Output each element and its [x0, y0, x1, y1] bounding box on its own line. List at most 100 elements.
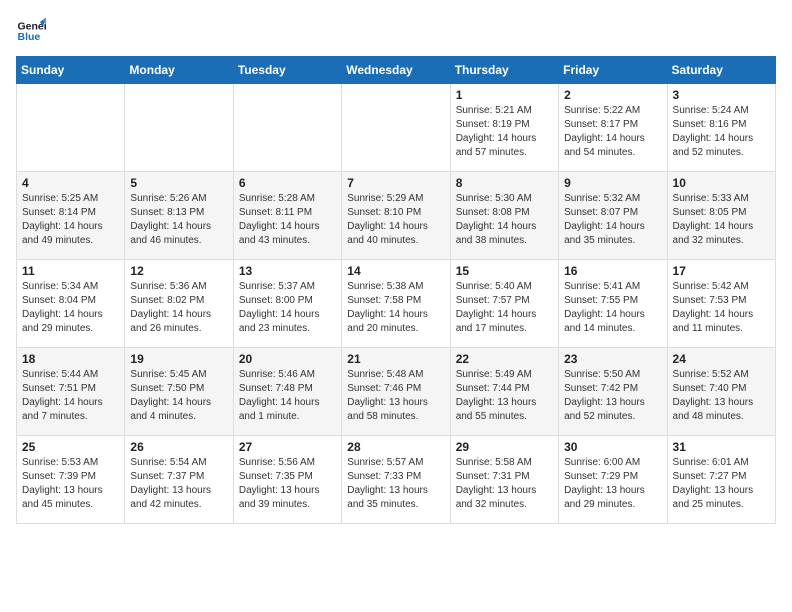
day-number: 28: [347, 440, 444, 454]
day-info: Sunrise: 5:48 AM Sunset: 7:46 PM Dayligh…: [347, 368, 444, 424]
day-info: Sunrise: 5:38 AM Sunset: 7:58 PM Dayligh…: [347, 280, 444, 336]
calendar-cell: 30Sunrise: 6:00 AM Sunset: 7:29 PM Dayli…: [559, 436, 667, 524]
calendar-cell: 27 Sunrise: 5:56 AM Sunset: 7:35 PM Dayli…: [233, 436, 341, 524]
day-info: Sunrise: 5:57 AM Sunset: 7:33 PM Dayligh…: [347, 456, 444, 512]
calendar-cell: 8 Sunrise: 5:30 AM Sunset: 8:08 PM Daylig…: [450, 172, 558, 260]
day-number: 25: [22, 440, 119, 454]
calendar-cell: 31 Sunrise: 6:01 AM Sunset: 7:27 PM Dayli…: [667, 436, 775, 524]
calendar-week-2: 4 Sunrise: 5:25 AM Sunset: 8:14 PM Daylig…: [17, 172, 776, 260]
day-number: 29: [456, 440, 553, 454]
day-number: 20: [239, 352, 336, 366]
day-number: 5: [130, 176, 227, 190]
calendar-cell: 6 Sunrise: 5:28 AM Sunset: 8:11 PM Daylig…: [233, 172, 341, 260]
calendar-cell: 15Sunrise: 5:40 AM Sunset: 7:57 PM Dayli…: [450, 260, 558, 348]
weekday-header-wednesday: Wednesday: [342, 57, 450, 84]
weekday-header-sunday: Sunday: [17, 57, 125, 84]
day-number: 4: [22, 176, 119, 190]
calendar-week-4: 18Sunrise: 5:44 AM Sunset: 7:51 PM Dayli…: [17, 348, 776, 436]
day-number: 18: [22, 352, 119, 366]
calendar-cell: 19 Sunrise: 5:45 AM Sunset: 7:50 PM Dayli…: [125, 348, 233, 436]
calendar-cell: 16Sunrise: 5:41 AM Sunset: 7:55 PM Dayli…: [559, 260, 667, 348]
day-info: Sunrise: 5:54 AM Sunset: 7:37 PM Dayligh…: [130, 456, 227, 512]
day-info: Sunrise: 5:56 AM Sunset: 7:35 PM Dayligh…: [239, 456, 336, 512]
day-number: 21: [347, 352, 444, 366]
day-number: 6: [239, 176, 336, 190]
calendar-cell: [233, 84, 341, 172]
day-number: 19: [130, 352, 227, 366]
day-info: Sunrise: 5:46 AM Sunset: 7:48 PM Dayligh…: [239, 368, 336, 424]
calendar-cell: 10Sunrise: 5:33 AM Sunset: 8:05 PM Dayli…: [667, 172, 775, 260]
day-info: Sunrise: 5:45 AM Sunset: 7:50 PM Dayligh…: [130, 368, 227, 424]
calendar-cell: 7Sunrise: 5:29 AM Sunset: 8:10 PM Daylig…: [342, 172, 450, 260]
day-number: 13: [239, 264, 336, 278]
day-number: 31: [673, 440, 770, 454]
svg-text:Blue: Blue: [18, 31, 41, 43]
calendar-cell: 13 Sunrise: 5:37 AM Sunset: 8:00 PM Dayli…: [233, 260, 341, 348]
day-info: Sunrise: 5:50 AM Sunset: 7:42 PM Dayligh…: [564, 368, 661, 424]
calendar-cell: 28 Sunrise: 5:57 AM Sunset: 7:33 PM Dayli…: [342, 436, 450, 524]
day-number: 2: [564, 88, 661, 102]
day-number: 9: [564, 176, 661, 190]
calendar-cell: 17 Sunrise: 5:42 AM Sunset: 7:53 PM Dayli…: [667, 260, 775, 348]
day-number: 12: [130, 264, 227, 278]
calendar-cell: 20 Sunrise: 5:46 AM Sunset: 7:48 PM Dayli…: [233, 348, 341, 436]
calendar-cell: [342, 84, 450, 172]
day-number: 22: [456, 352, 553, 366]
calendar-cell: [125, 84, 233, 172]
calendar-cell: 23 Sunrise: 5:50 AM Sunset: 7:42 PM Dayli…: [559, 348, 667, 436]
calendar-week-1: 1 Sunrise: 5:21 AM Sunset: 8:19 PM Daylig…: [17, 84, 776, 172]
logo: General Blue: [16, 16, 50, 46]
calendar-body: 1 Sunrise: 5:21 AM Sunset: 8:19 PM Daylig…: [17, 84, 776, 524]
day-number: 17: [673, 264, 770, 278]
calendar-cell: 29Sunrise: 5:58 AM Sunset: 7:31 PM Dayli…: [450, 436, 558, 524]
day-info: Sunrise: 5:34 AM Sunset: 8:04 PM Dayligh…: [22, 280, 119, 336]
calendar-cell: 22 Sunrise: 5:49 AM Sunset: 7:44 PM Dayli…: [450, 348, 558, 436]
calendar-cell: 1 Sunrise: 5:21 AM Sunset: 8:19 PM Daylig…: [450, 84, 558, 172]
day-info: Sunrise: 5:42 AM Sunset: 7:53 PM Dayligh…: [673, 280, 770, 336]
day-info: Sunrise: 5:36 AM Sunset: 8:02 PM Dayligh…: [130, 280, 227, 336]
day-info: Sunrise: 5:25 AM Sunset: 8:14 PM Dayligh…: [22, 192, 119, 248]
day-info: Sunrise: 5:24 AM Sunset: 8:16 PM Dayligh…: [673, 104, 770, 160]
day-info: Sunrise: 6:00 AM Sunset: 7:29 PM Dayligh…: [564, 456, 661, 512]
calendar-header: SundayMondayTuesdayWednesdayThursdayFrid…: [17, 57, 776, 84]
day-info: Sunrise: 5:21 AM Sunset: 8:19 PM Dayligh…: [456, 104, 553, 160]
day-info: Sunrise: 5:40 AM Sunset: 7:57 PM Dayligh…: [456, 280, 553, 336]
day-number: 11: [22, 264, 119, 278]
calendar-cell: 25 Sunrise: 5:53 AM Sunset: 7:39 PM Dayli…: [17, 436, 125, 524]
calendar-cell: 12 Sunrise: 5:36 AM Sunset: 8:02 PM Dayli…: [125, 260, 233, 348]
day-info: Sunrise: 6:01 AM Sunset: 7:27 PM Dayligh…: [673, 456, 770, 512]
day-info: Sunrise: 5:30 AM Sunset: 8:08 PM Dayligh…: [456, 192, 553, 248]
day-number: 27: [239, 440, 336, 454]
weekday-header-monday: Monday: [125, 57, 233, 84]
calendar-cell: 3Sunrise: 5:24 AM Sunset: 8:16 PM Daylig…: [667, 84, 775, 172]
day-number: 24: [673, 352, 770, 366]
weekday-header-tuesday: Tuesday: [233, 57, 341, 84]
calendar-cell: [17, 84, 125, 172]
day-number: 1: [456, 88, 553, 102]
calendar-week-3: 11 Sunrise: 5:34 AM Sunset: 8:04 PM Dayli…: [17, 260, 776, 348]
calendar-week-5: 25 Sunrise: 5:53 AM Sunset: 7:39 PM Dayli…: [17, 436, 776, 524]
day-info: Sunrise: 5:28 AM Sunset: 8:11 PM Dayligh…: [239, 192, 336, 248]
calendar-cell: 9 Sunrise: 5:32 AM Sunset: 8:07 PM Daylig…: [559, 172, 667, 260]
calendar-cell: 24 Sunrise: 5:52 AM Sunset: 7:40 PM Dayli…: [667, 348, 775, 436]
day-info: Sunrise: 5:22 AM Sunset: 8:17 PM Dayligh…: [564, 104, 661, 160]
day-info: Sunrise: 5:37 AM Sunset: 8:00 PM Dayligh…: [239, 280, 336, 336]
day-info: Sunrise: 5:33 AM Sunset: 8:05 PM Dayligh…: [673, 192, 770, 248]
day-info: Sunrise: 5:32 AM Sunset: 8:07 PM Dayligh…: [564, 192, 661, 248]
weekday-header-saturday: Saturday: [667, 57, 775, 84]
day-info: Sunrise: 5:49 AM Sunset: 7:44 PM Dayligh…: [456, 368, 553, 424]
day-number: 8: [456, 176, 553, 190]
day-number: 23: [564, 352, 661, 366]
day-info: Sunrise: 5:29 AM Sunset: 8:10 PM Dayligh…: [347, 192, 444, 248]
page-header: General Blue: [16, 16, 776, 46]
day-info: Sunrise: 5:53 AM Sunset: 7:39 PM Dayligh…: [22, 456, 119, 512]
logo-icon: General Blue: [16, 16, 46, 46]
day-number: 14: [347, 264, 444, 278]
day-info: Sunrise: 5:26 AM Sunset: 8:13 PM Dayligh…: [130, 192, 227, 248]
day-info: Sunrise: 5:52 AM Sunset: 7:40 PM Dayligh…: [673, 368, 770, 424]
calendar-cell: 11 Sunrise: 5:34 AM Sunset: 8:04 PM Dayli…: [17, 260, 125, 348]
weekday-header-row: SundayMondayTuesdayWednesdayThursdayFrid…: [17, 57, 776, 84]
day-number: 26: [130, 440, 227, 454]
calendar-cell: 21 Sunrise: 5:48 AM Sunset: 7:46 PM Dayli…: [342, 348, 450, 436]
calendar-cell: 18Sunrise: 5:44 AM Sunset: 7:51 PM Dayli…: [17, 348, 125, 436]
